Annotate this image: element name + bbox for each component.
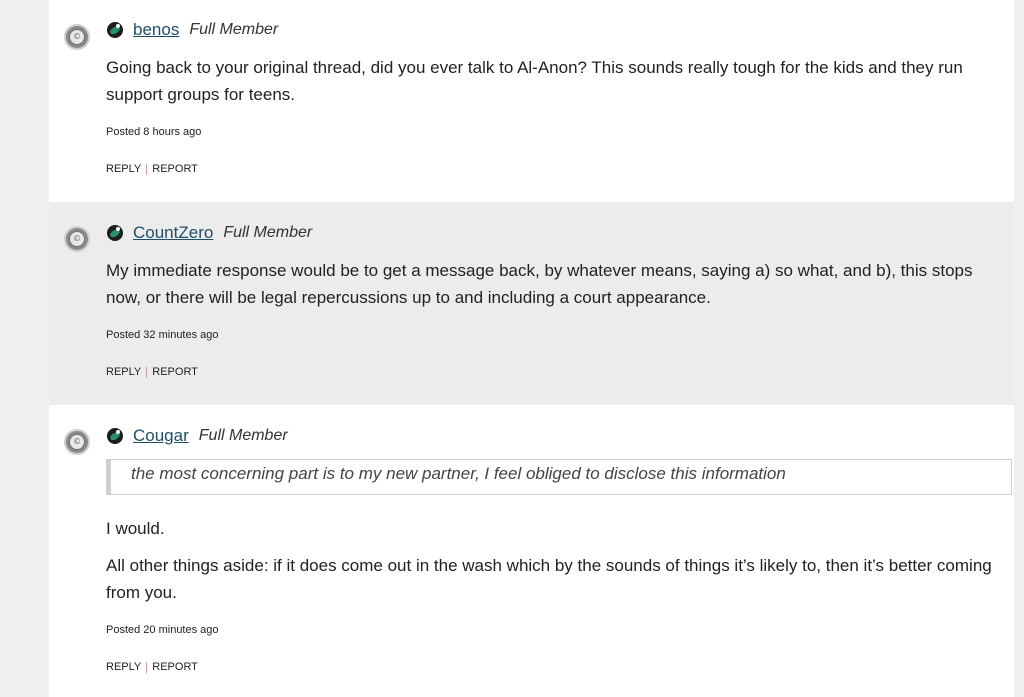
avatar[interactable]: © <box>64 226 90 252</box>
post-body: My immediate response would be to get a … <box>106 261 973 307</box>
member-rank: Full Member <box>189 21 279 38</box>
post-thread: © benos Full Member Going back to your o… <box>49 0 1014 697</box>
post-item: © benos Full Member Going back to your o… <box>49 0 1014 202</box>
post-body: Going back to your original thread, did … <box>106 58 963 104</box>
member-rank: Full Member <box>198 427 288 444</box>
avatar[interactable]: © <box>64 24 90 50</box>
username-link[interactable]: benos <box>133 20 179 40</box>
avatar-glyph: © <box>69 434 85 450</box>
avatar-glyph: © <box>69 29 85 45</box>
post-item: © CountZero Full Member My immediate res… <box>49 202 1014 405</box>
member-badge-icon <box>106 427 124 445</box>
report-button[interactable]: REPORT <box>152 661 198 673</box>
action-separator <box>146 661 148 673</box>
post-actions: REPLY REPORT <box>106 661 198 673</box>
username-link[interactable]: CountZero <box>133 223 213 243</box>
member-rank: Full Member <box>223 224 313 241</box>
post-header: benos Full Member <box>106 19 996 41</box>
post-timestamp: Posted 32 minutes ago <box>106 329 219 341</box>
post-timestamp: Posted 20 minutes ago <box>106 624 219 636</box>
report-button[interactable]: REPORT <box>152 163 198 175</box>
username-link[interactable]: Cougar <box>133 426 189 446</box>
post-actions: REPLY REPORT <box>106 366 198 378</box>
post-item: © Cougar Full Member the most concerning… <box>49 405 1014 697</box>
avatar[interactable]: © <box>64 429 90 455</box>
post-header: CountZero Full Member <box>106 222 996 244</box>
reply-button[interactable]: REPLY <box>106 661 141 673</box>
post-body: All other things aside: if it does come … <box>106 556 992 602</box>
avatar-glyph: © <box>69 231 85 247</box>
reply-button[interactable]: REPLY <box>106 163 141 175</box>
post-body: I would. <box>106 519 165 538</box>
member-badge-icon <box>106 21 124 39</box>
post-header: Cougar Full Member <box>106 425 996 447</box>
report-button[interactable]: REPORT <box>152 366 198 378</box>
reply-button[interactable]: REPLY <box>106 366 141 378</box>
post-actions: REPLY REPORT <box>106 163 198 175</box>
quoted-text: the most concerning part is to my new pa… <box>106 459 1012 495</box>
action-separator <box>146 366 148 378</box>
member-badge-icon <box>106 224 124 242</box>
action-separator <box>146 163 148 175</box>
post-timestamp: Posted 8 hours ago <box>106 126 202 138</box>
